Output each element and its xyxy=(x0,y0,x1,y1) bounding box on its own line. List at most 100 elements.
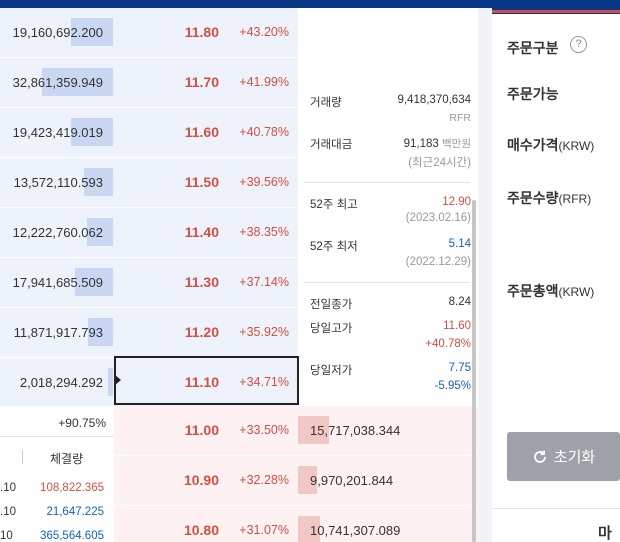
bid-price-row[interactable]: 10.80 +31.07% xyxy=(116,506,298,542)
volume-unit: RFR xyxy=(449,112,471,124)
bid-price: 11.00 xyxy=(184,422,219,438)
ask-change: +38.35% xyxy=(239,225,289,239)
ask-price-row[interactable]: 11.60 +40.78% xyxy=(116,108,298,156)
order-type-label: 주문구분 xyxy=(507,40,559,56)
high52-date: (2023.02.16) xyxy=(405,212,471,224)
row-divider xyxy=(0,257,298,258)
ask-price-row[interactable]: 11.20 +35.92% xyxy=(116,308,298,356)
ask-change: +37.14% xyxy=(239,275,289,289)
buy-price-label: 매수가격(KRW) xyxy=(507,137,595,153)
bid-qty-cell[interactable]: 9,970,201.844 xyxy=(298,456,434,504)
day-high-value: 11.60 xyxy=(443,320,471,332)
ask-price-row[interactable]: 11.80 +43.20% xyxy=(116,8,298,56)
current-price-highlight xyxy=(114,356,299,405)
bid-price-row[interactable]: 10.90 +32.28% xyxy=(116,456,298,504)
ask-price: 11.80 xyxy=(184,24,219,40)
bid-qty: 15,717,038.344 xyxy=(310,422,401,438)
day-low-change: -5.95% xyxy=(434,380,471,392)
stats-divider-2 xyxy=(304,282,470,283)
row-divider xyxy=(0,307,298,308)
trade-qty: 365,564.605 xyxy=(40,530,104,542)
bid-change: +31.07% xyxy=(239,523,289,537)
day-high-label: 당일고가 xyxy=(310,323,353,335)
ask-price-row[interactable]: 11.30 +37.14% xyxy=(116,258,298,306)
order-qty-label: 주문수량(RFR) xyxy=(507,190,592,206)
ask-qty: 19,160,692.200 xyxy=(12,24,103,40)
row-divider xyxy=(0,207,298,208)
order-available-label: 주문가능 xyxy=(507,86,559,102)
row-divider xyxy=(0,57,298,58)
ask-qty: 13,572,110.593 xyxy=(13,174,103,190)
current-price-arrow-icon xyxy=(114,374,121,386)
day-low-label: 당일저가 xyxy=(310,365,353,377)
help-icon[interactable]: ? xyxy=(570,36,587,53)
bid-price: 10.80 xyxy=(183,522,219,538)
low52-date: (2022.12.29) xyxy=(405,256,471,268)
ask-qty-cell[interactable]: 17,941,685.509 xyxy=(0,258,113,306)
high52-value: 12.90 xyxy=(442,196,471,208)
market-label: 마켓 xyxy=(598,525,612,542)
row-divider xyxy=(114,455,478,456)
volume-label: 거래량 xyxy=(310,97,342,109)
ask-price: 11.20 xyxy=(184,324,219,340)
trade-strength: +90.75% xyxy=(58,416,106,430)
ask-change: +43.20% xyxy=(239,25,289,39)
ask-qty: 11,871,917.793 xyxy=(13,324,103,340)
row-divider xyxy=(0,107,298,108)
trade-qty-header: 체결량 xyxy=(50,452,84,466)
ask-price: 11.50 xyxy=(184,174,219,190)
ask-qty-cell[interactable]: 19,160,692.200 xyxy=(0,8,113,56)
trade-history: +90.75% 체결량 .10 108,822.365 .10 21,647.225 1… xyxy=(0,406,114,542)
panel-separator xyxy=(478,8,492,542)
amount-label: 거래대금 xyxy=(310,139,353,151)
trade-qty: 108,822.365 xyxy=(40,482,104,494)
trade-price: 10 xyxy=(0,530,13,542)
day-low-value: 7.75 xyxy=(448,362,471,374)
trade-divider xyxy=(0,436,114,437)
bid-qty-cell[interactable]: 10,741,307.089 xyxy=(298,506,434,542)
ask-price-row[interactable]: 11.50 +39.56% xyxy=(116,158,298,206)
ask-qty: 32,861,359.949 xyxy=(12,74,103,90)
trade-qty: 21,647.225 xyxy=(46,506,104,518)
amount-note: (최근24시간) xyxy=(408,157,471,169)
bid-qty: 9,970,201.844 xyxy=(310,472,394,488)
trade-col-separator xyxy=(22,450,23,464)
row-divider xyxy=(114,505,478,506)
volume-value: 9,418,370,634 xyxy=(397,94,471,106)
bid-price: 10.90 xyxy=(183,472,219,488)
ask-price: 11.30 xyxy=(184,274,219,290)
refresh-icon xyxy=(533,450,546,463)
day-high-change: +40.78% xyxy=(425,338,471,350)
orderbook-scrollbar[interactable] xyxy=(472,200,476,542)
ask-price: 11.70 xyxy=(184,74,219,90)
ask-change: +39.56% xyxy=(239,175,289,189)
ask-price-row[interactable]: 11.40 +38.35% xyxy=(116,208,298,256)
prev-close-value: 8.24 xyxy=(448,296,471,308)
high52-label: 52주 최고 xyxy=(310,199,358,211)
ask-change: +41.99% xyxy=(239,75,289,89)
ask-qty-cell[interactable]: 13,572,110.593 xyxy=(0,158,113,206)
bid-change: +33.50% xyxy=(239,423,289,437)
bid-change: +32.28% xyxy=(239,473,289,487)
ask-qty-cell[interactable]: 19,423,419.019 xyxy=(0,108,113,156)
order-total-label: 주문총액(KRW) xyxy=(507,283,595,299)
row-divider xyxy=(0,157,298,158)
low52-value: 5.14 xyxy=(448,238,471,250)
ask-qty-cell[interactable]: 12,222,760.062 xyxy=(0,208,113,256)
ask-change: +40.78% xyxy=(239,125,289,139)
ask-price-row[interactable]: 11.70 +41.99% xyxy=(116,58,298,106)
low52-label: 52주 최저 xyxy=(310,241,358,253)
ask-qty: 2,018,294.292 xyxy=(19,374,103,390)
ask-qty: 17,941,685.509 xyxy=(12,274,103,290)
bid-price-row[interactable]: 11.00 +33.50% xyxy=(116,406,298,454)
trade-price: .10 xyxy=(0,506,16,518)
buy-tab-indicator xyxy=(492,10,620,13)
ask-qty-cell[interactable]: 32,861,359.949 xyxy=(0,58,113,106)
ask-price: 11.40 xyxy=(184,224,219,240)
ask-qty-cell[interactable]: 11,871,917.793 xyxy=(0,308,113,356)
reset-label: 초기화 xyxy=(553,449,596,466)
reset-button[interactable]: 초기화 xyxy=(507,432,620,481)
ask-qty-cell[interactable]: 2,018,294.292 xyxy=(0,358,113,406)
stats-divider xyxy=(304,182,470,183)
bid-qty-cell[interactable]: 15,717,038.344 xyxy=(298,406,434,454)
